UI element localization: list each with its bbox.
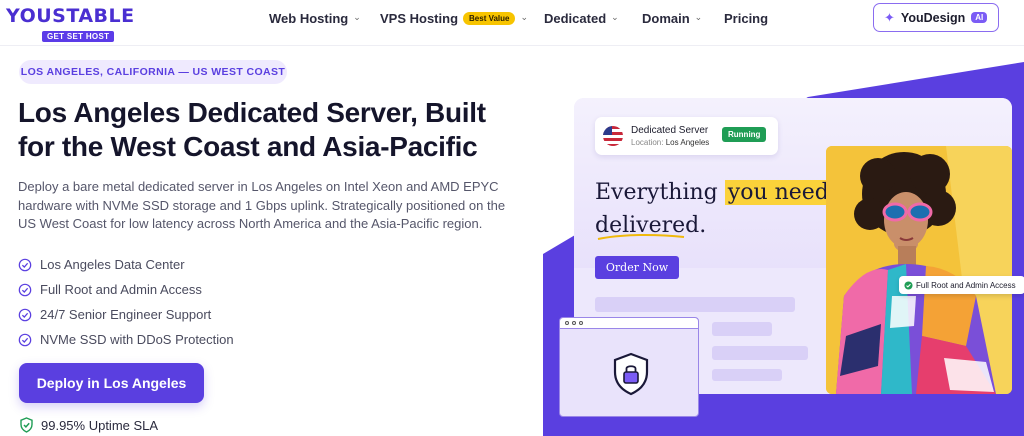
title-line-2: for the West Coast and Asia-Pacific — [18, 131, 478, 162]
running-status-badge: Running — [722, 127, 767, 142]
feature-label: Full Root and Admin Access — [40, 282, 202, 297]
location-value: Los Angeles — [665, 137, 710, 147]
server-title: Dedicated Server — [631, 124, 709, 136]
headline-highlight: you need, — [724, 180, 839, 205]
root-access-tag: Full Root and Admin Access — [899, 276, 1024, 294]
title-line-1: Los Angeles Dedicated Server, Built — [18, 97, 486, 128]
window-dot-icon — [579, 321, 583, 325]
page: YOUSTABLE GET SET HOST Web Hosting ⌄ VPS… — [0, 0, 1024, 436]
shield-check-icon — [20, 417, 33, 433]
headline-part-1: Everything — [595, 180, 718, 205]
window-dot-icon — [572, 321, 576, 325]
uptime-sla: 99.95% Uptime SLA — [19, 417, 158, 433]
root-access-label: Full Root and Admin Access — [916, 280, 1016, 290]
deploy-button[interactable]: Deploy in Los Angeles — [19, 363, 204, 403]
security-window-titlebar — [560, 318, 698, 329]
order-now-button[interactable]: Order Now — [595, 256, 679, 279]
server-status-text: Dedicated Server Location: Los Angeles — [631, 125, 709, 148]
feature-item: Full Root and Admin Access — [18, 277, 234, 302]
model-photo — [826, 146, 1012, 394]
us-flag-icon — [603, 126, 623, 146]
page-title: Los Angeles Dedicated Server, Built for … — [18, 96, 538, 164]
woman-portrait-image — [826, 146, 1012, 394]
security-window — [559, 317, 699, 417]
location-prefix: Location: — [631, 137, 664, 147]
feature-label: NVMe SSD with DDoS Protection — [40, 332, 234, 347]
decorative-underline — [597, 233, 685, 240]
check-circle-icon — [18, 333, 32, 346]
check-circle-icon — [18, 258, 32, 271]
check-circle-icon — [904, 280, 913, 290]
feature-label: 24/7 Senior Engineer Support — [40, 307, 212, 322]
feature-list: Los Angeles Data Center Full Root and Ad… — [18, 252, 234, 352]
placeholder-line — [712, 346, 808, 360]
feature-item: Los Angeles Data Center — [18, 252, 234, 277]
placeholder-line — [595, 297, 795, 312]
feature-item: NVMe SSD with DDoS Protection — [18, 327, 234, 352]
hero-description: Deploy a bare metal dedicated server in … — [18, 179, 506, 231]
window-dot-icon — [565, 321, 569, 325]
check-circle-icon — [18, 308, 32, 321]
feature-label: Los Angeles Data Center — [40, 257, 185, 272]
uptime-sla-label: 99.95% Uptime SLA — [41, 417, 159, 433]
feature-item: 24/7 Senior Engineer Support — [18, 302, 234, 327]
location-pill: LOS ANGELES, CALIFORNIA — US WEST COAST — [19, 60, 287, 84]
shield-lock-icon — [613, 352, 649, 396]
server-location: Location: Los Angeles — [631, 137, 709, 148]
check-circle-icon — [18, 283, 32, 296]
placeholder-line — [712, 322, 772, 336]
placeholder-line — [712, 369, 782, 381]
